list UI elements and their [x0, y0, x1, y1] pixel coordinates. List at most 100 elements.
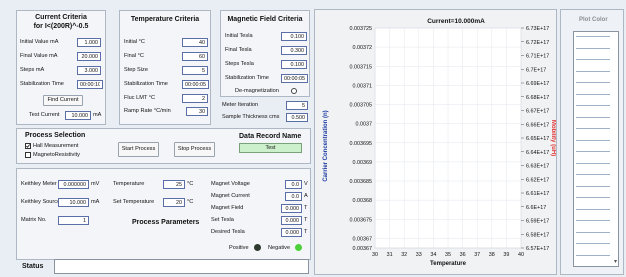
temperature-criteria-panel: Temperature Criteria Initial °C Final °C… [119, 10, 211, 125]
y2-tick-label: 6.72E+17 [526, 40, 549, 46]
temperature-input[interactable] [163, 180, 185, 189]
mag-initial-input[interactable] [281, 32, 307, 41]
temp-stabilization-input[interactable] [182, 80, 209, 89]
y-bottom-tick-label: 0.00367 [353, 246, 373, 252]
demagnetization-radio[interactable] [291, 88, 297, 94]
test-current-input[interactable] [65, 111, 91, 120]
negative-label: Negative [268, 245, 291, 251]
temp-initial-input[interactable] [182, 38, 208, 47]
magnetic-criteria-panel: Magnetic Field Criteria Initial Tesla Fi… [220, 10, 310, 97]
mag-steps-label: Steps Tesla [225, 61, 254, 67]
stabilization-label: Stabilization Time [20, 81, 64, 87]
x-tick-label: 37 [474, 252, 480, 258]
set-temperature-input[interactable] [163, 198, 185, 207]
desired-tesla-input[interactable] [281, 228, 302, 237]
plot-color-row[interactable] [576, 139, 610, 141]
steps-input[interactable] [77, 66, 101, 75]
plot-color-title: Plot Color [579, 17, 608, 23]
temp-step-input[interactable] [182, 66, 208, 75]
meter-iteration-input[interactable] [286, 101, 308, 110]
plot-color-row[interactable] [576, 185, 610, 187]
temp-final-input[interactable] [182, 52, 208, 61]
plot-color-row[interactable] [576, 128, 610, 129]
x-tick-label: 38 [489, 252, 495, 258]
y2-tick-label: 6.66E+17 [526, 122, 549, 128]
set-tesla-label: Set Tesla [211, 217, 234, 223]
x-tick-label: 30 [372, 252, 378, 258]
fluc-limit-input[interactable] [182, 94, 208, 103]
process-selection-title: Process Selection [25, 132, 86, 139]
fluc-limit-label: Fluc LMT °C [124, 95, 156, 101]
magnet-current-label: Magnet Current [211, 193, 250, 199]
sample-thickness-label: Sample Thickness cms [222, 114, 280, 120]
data-record-input[interactable] [239, 143, 302, 153]
plot-color-row[interactable] [576, 93, 610, 95]
plot-color-row[interactable] [576, 59, 610, 60]
x-tick-label: 36 [460, 252, 466, 258]
matrix-input[interactable] [58, 216, 89, 225]
mag-stabilization-label: Stabilization Time [225, 75, 269, 81]
plot-color-row[interactable] [576, 254, 610, 256]
plot-color-row[interactable] [576, 197, 610, 198]
magnet-field-input[interactable] [281, 204, 302, 213]
chart-panel: 30 31 32 33 34 35 36 37 38 39 40 0.003725 0.00372 0.0… [314, 9, 557, 275]
ramp-rate-input[interactable] [186, 107, 208, 116]
magnet-voltage-input[interactable] [285, 180, 302, 189]
plot-color-row[interactable] [576, 47, 610, 49]
mag-steps-input[interactable] [281, 60, 307, 69]
plot-color-row[interactable] [576, 162, 610, 164]
status-field [54, 259, 309, 274]
plot-color-list[interactable]: ▾ [573, 31, 619, 267]
y2-axis-label: Mobility (uH) [550, 120, 556, 156]
magnet-field-unit: T [304, 205, 308, 211]
x-tick-label: 39 [503, 252, 509, 258]
plot-color-row[interactable] [576, 70, 610, 72]
find-current-button[interactable]: Find Current [43, 95, 83, 106]
mag-stabilization-input[interactable] [281, 74, 308, 83]
plot-color-row[interactable] [576, 105, 610, 106]
initial-value-input[interactable] [77, 38, 101, 47]
plot-color-row[interactable] [576, 82, 610, 83]
magnet-voltage-unit: V [304, 181, 308, 187]
plot-color-row[interactable] [576, 36, 610, 37]
keithley-meter-label: Keithley Meter [21, 181, 57, 187]
y-tick-label: 0.00372 [353, 45, 373, 51]
process-parameters-title: Process Parameters [132, 219, 200, 226]
sample-thickness-input[interactable] [286, 113, 308, 122]
final-value-input[interactable] [77, 52, 101, 61]
keithley-source-input[interactable] [58, 198, 89, 207]
stop-process-button[interactable]: Stop Process [174, 142, 215, 157]
magnetic-criteria-title: Magnetic Field Criteria [227, 16, 303, 23]
hall-measurement-label: Hall Measurement [33, 143, 79, 149]
final-value-label: Final Value mA [20, 53, 58, 59]
meter-iteration-label: Meter Iteration [222, 102, 259, 108]
keithley-meter-input[interactable] [58, 180, 89, 189]
stabilization-input[interactable] [77, 80, 103, 89]
set-tesla-input[interactable] [281, 216, 302, 225]
y-tick-label: 0.0037 [356, 122, 373, 128]
mag-final-input[interactable] [281, 46, 307, 55]
plot-color-row[interactable] [576, 208, 610, 210]
plot-color-row[interactable] [576, 231, 610, 233]
x-axis-label: Temperature [430, 261, 467, 267]
magnetoresistivity-checkbox[interactable] [25, 152, 31, 158]
plot-color-row[interactable] [576, 151, 610, 152]
x-tick-label: 40 [518, 252, 524, 258]
matrix-label: Matrix No. [21, 217, 47, 223]
y-tick-label: 0.00367 [353, 236, 373, 242]
y2-tick-label: 6.73E+17 [526, 26, 549, 32]
plot-color-row[interactable] [576, 116, 610, 118]
plot-color-row[interactable] [576, 174, 610, 175]
plot-color-scroll-down-icon[interactable]: ▾ [614, 258, 617, 265]
magnet-current-input[interactable] [285, 192, 302, 201]
plot-color-row[interactable] [576, 243, 610, 244]
y2-tick-label: 6.57E+17 [526, 246, 549, 252]
y2-tick-label: 6.62E+17 [526, 177, 549, 183]
chart-title: Current=10.000mA [427, 18, 485, 25]
y-tick-label: 0.003695 [350, 141, 372, 147]
y-tick-label: 0.00369 [353, 160, 373, 166]
start-process-button[interactable]: Start Process [118, 142, 159, 157]
plot-color-row[interactable] [576, 220, 610, 221]
desired-tesla-label: Desired Tesla [211, 229, 245, 235]
hall-measurement-checkbox[interactable] [25, 143, 31, 149]
